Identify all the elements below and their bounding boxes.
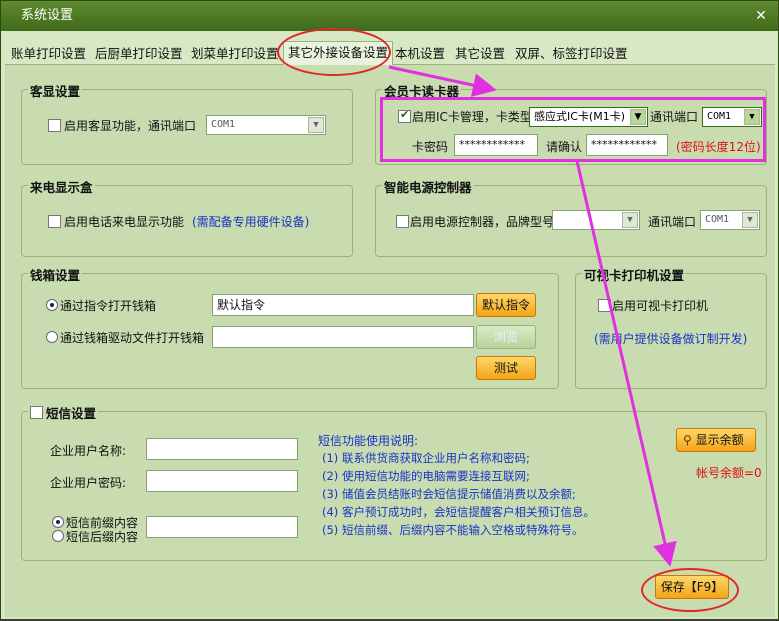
cash-drawer-driver-label: 通过钱箱驱动文件打开钱箱 [60, 331, 205, 345]
tab-local-settings[interactable]: 本机设置 [391, 43, 449, 65]
test-button[interactable]: 测试 [476, 356, 536, 380]
sms-suffix-label: 短信后缀内容 [66, 530, 139, 544]
chevron-down-icon: ▼ [308, 117, 324, 133]
caller-id-group: 来电显示盒 启用电话来电显示功能 (需配备专用硬件设备) [21, 177, 353, 257]
cash-drawer-driver-input[interactable] [212, 326, 474, 348]
cash-drawer-title: 钱箱设置 [28, 265, 83, 284]
sms-group: 短信设置 企业用户名称: 企业用户密码: 短信前缀内容 短信后缀内容 短信功能使… [21, 403, 767, 561]
visual-card-printer-title: 可视卡打印机设置 [582, 265, 687, 284]
sms-help-line: (1) 联系供货商获取企业用户名称和密码; [322, 451, 530, 465]
cash-drawer-driver-radio[interactable] [46, 331, 58, 343]
sms-help-title: 短信功能使用说明: [318, 434, 419, 448]
title-bar: 系统设置 ✕ [1, 1, 778, 31]
caller-id-label: 启用电话来电显示功能 [64, 215, 185, 229]
customer-display-label: 启用客显功能，通讯端口 [64, 119, 197, 133]
window-title: 系统设置 [21, 8, 74, 23]
annotation-oval-tab [277, 28, 391, 76]
show-balance-button[interactable]: ⚲ 显示余额 [676, 428, 756, 452]
annotation-oval-save [641, 568, 739, 612]
chevron-down-icon: ▼ [742, 212, 758, 228]
customer-display-group: 客显设置 启用客显功能，通讯端口 COM1 ▼ [21, 81, 353, 165]
sms-user-label: 企业用户名称: [50, 444, 127, 458]
visual-card-printer-label: 启用可视卡打印机 [612, 299, 709, 313]
power-controller-group: 智能电源控制器 启用电源控制器，品牌型号 ▼ 通讯端口 COM1 ▼ [375, 177, 767, 257]
show-balance-label: 显示余额 [695, 433, 744, 447]
power-controller-model-select[interactable]: ▼ [552, 210, 640, 230]
power-controller-port-select[interactable]: COM1 ▼ [700, 210, 760, 230]
browse-button[interactable]: 浏览 [476, 325, 536, 349]
account-balance-label: 帐号余额=0 [696, 466, 762, 480]
power-controller-port-value: COM1 [705, 214, 730, 225]
caller-id-checkbox[interactable] [48, 215, 61, 228]
cash-drawer-command-input[interactable]: 默认指令 [212, 294, 474, 316]
tab-bill-print[interactable]: 账单打印设置 [7, 43, 90, 65]
power-controller-checkbox[interactable] [396, 215, 409, 228]
settings-window: 系统设置 ✕ 账单打印设置 后厨单打印设置 划菜单打印设置 其它外接设备设置 本… [0, 0, 779, 620]
cash-drawer-command-radio[interactable] [46, 299, 58, 311]
sms-help-line: (3) 储值会员结账时会短信提示储值消费以及余额; [322, 487, 576, 501]
sms-password-label: 企业用户密码: [50, 476, 127, 490]
power-controller-port-label: 通讯端口 [648, 215, 697, 229]
sms-help-line: (5) 短信前缀、后缀内容不能输入空格或特殊符号。 [322, 523, 584, 537]
annotation-highlight-card-reader [380, 97, 766, 162]
cash-drawer-group: 钱箱设置 通过指令打开钱箱 默认指令 默认指令 通过钱箱驱动文件打开钱箱 浏览 … [21, 265, 559, 389]
sms-content-input[interactable] [146, 516, 298, 538]
customer-display-port-value: COM1 [211, 119, 236, 130]
tab-dual-screen-label[interactable]: 双屏、标签打印设置 [511, 43, 632, 65]
visual-card-printer-checkbox[interactable] [598, 299, 611, 312]
power-controller-label: 启用电源控制器，品牌型号 [410, 215, 555, 229]
caller-id-note: (需配备专用硬件设备) [192, 215, 310, 229]
sms-user-input[interactable] [146, 438, 298, 460]
visual-card-printer-group: 可视卡打印机设置 启用可视卡打印机 (需用户提供设备做订制开发) [575, 265, 767, 389]
sms-help-line: (2) 使用短信功能的电脑需要连接互联网; [322, 469, 530, 483]
chevron-down-icon: ▼ [622, 212, 638, 228]
sms-suffix-radio[interactable] [52, 530, 64, 542]
customer-display-port-select[interactable]: COM1 ▼ [206, 115, 326, 135]
default-command-button[interactable]: 默认指令 [476, 293, 536, 317]
tab-dish-print[interactable]: 划菜单打印设置 [187, 43, 283, 65]
sms-password-input[interactable] [146, 470, 298, 492]
power-controller-title: 智能电源控制器 [382, 177, 474, 196]
sms-prefix-radio[interactable] [52, 516, 64, 528]
tab-kitchen-print[interactable]: 后厨单打印设置 [91, 43, 187, 65]
search-icon: ⚲ [683, 433, 696, 447]
customer-display-title: 客显设置 [28, 81, 83, 100]
caller-id-title: 来电显示盒 [28, 177, 95, 196]
customer-display-checkbox[interactable] [48, 119, 61, 132]
sms-checkbox[interactable] [30, 406, 43, 419]
cash-drawer-command-label: 通过指令打开钱箱 [60, 299, 157, 313]
visual-card-printer-note: (需用户提供设备做订制开发) [594, 332, 748, 346]
close-icon[interactable]: ✕ [752, 7, 770, 25]
tab-other-settings[interactable]: 其它设置 [451, 43, 509, 65]
sms-help-line: (4) 客户预订成功时，会短信提醒客户相关预订信息。 [322, 505, 595, 519]
